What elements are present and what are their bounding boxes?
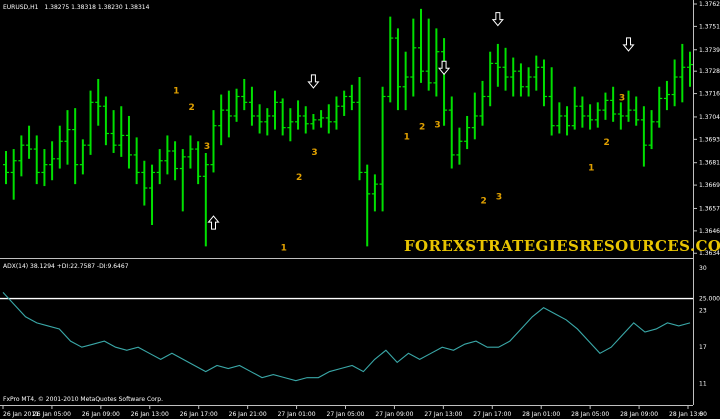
time-tick-label: 26 Jan 09:00 xyxy=(82,411,120,418)
price-tick-label: 1.37165 xyxy=(699,91,720,98)
mt4-chart-window[interactable]: 123123123123123 1.376251.375101.373901.3… xyxy=(0,0,720,419)
wave-number-label: 1 xyxy=(281,243,287,253)
price-tick-label: 1.36810 xyxy=(699,160,720,167)
wave-number-label: 3 xyxy=(204,142,210,152)
price-tick-label: 1.37510 xyxy=(699,23,720,30)
time-tick-label: 27 Jan 09:00 xyxy=(375,411,413,418)
wave-number-label: 1 xyxy=(404,132,410,142)
time-tick-label: 26 Jan 13:00 xyxy=(131,411,169,418)
time-tick-label: 26 Jan 17:00 xyxy=(180,411,218,418)
price-tick-label: 1.37045 xyxy=(699,114,720,121)
adx-tick-label: 30 xyxy=(699,265,707,272)
footer-copyright: FxPro MT4, © 2001-2010 MetaQuotes Softwa… xyxy=(3,396,163,403)
wave-number-label: 2 xyxy=(603,138,609,148)
price-tick-label: 1.36575 xyxy=(699,205,720,212)
time-tick-label: 28 Jan 09:00 xyxy=(620,411,658,418)
wave-number-label: 3 xyxy=(311,148,317,158)
adx-tick-label: 17 xyxy=(699,344,707,351)
watermark: FOREXSTRATEGIESRESOURCES.COM xyxy=(404,237,720,255)
wave-number-label: 3 xyxy=(434,121,440,131)
time-tick-label: 27 Jan 01:00 xyxy=(278,411,316,418)
time-tick-label: 27 Jan 17:00 xyxy=(473,411,511,418)
adx-tick-label: 23 xyxy=(699,308,707,315)
wave-number-label: 2 xyxy=(419,123,425,133)
price-tick-label: 1.36930 xyxy=(699,136,720,143)
price-tick-label: 1.37280 xyxy=(699,68,720,75)
adx-header: ADX(14) 38.1294 +DI:22.7587 -DI:9.6467 xyxy=(3,263,129,270)
wave-number-label: 3 xyxy=(496,193,502,203)
price-tick-label: 1.37390 xyxy=(699,47,720,54)
adx-tick-label: 11 xyxy=(699,381,707,388)
time-tick-label: 26 Jan 21:00 xyxy=(229,411,267,418)
time-tick-label: 27 Jan 13:00 xyxy=(424,411,462,418)
price-tick-label: 1.36695 xyxy=(699,182,720,189)
wave-number-label: 3 xyxy=(619,93,625,103)
wave-number-label: 1 xyxy=(173,87,179,97)
time-tick-label: 26 Jan 05:00 xyxy=(33,411,71,418)
chart-symbol-header: EURUSD,H1 1.38275 1.38318 1.38230 1.38314 xyxy=(3,4,150,11)
price-tick-label: 1.37625 xyxy=(699,1,720,8)
wave-number-label: 2 xyxy=(480,197,486,207)
wave-number-label: 2 xyxy=(188,103,194,113)
price-tick-label: 1.36460 xyxy=(699,228,720,235)
time-tick-label: 28 Jan 01:00 xyxy=(522,411,560,418)
time-tick-label: 28 Jan 13:00 xyxy=(669,411,707,418)
wave-number-label: 1 xyxy=(588,163,594,173)
wave-number-label: 2 xyxy=(296,173,302,183)
time-tick-label: 28 Jan 05:00 xyxy=(571,411,609,418)
adx-level-label: 25.0000 xyxy=(699,296,720,303)
time-tick-label: 27 Jan 05:00 xyxy=(327,411,365,418)
